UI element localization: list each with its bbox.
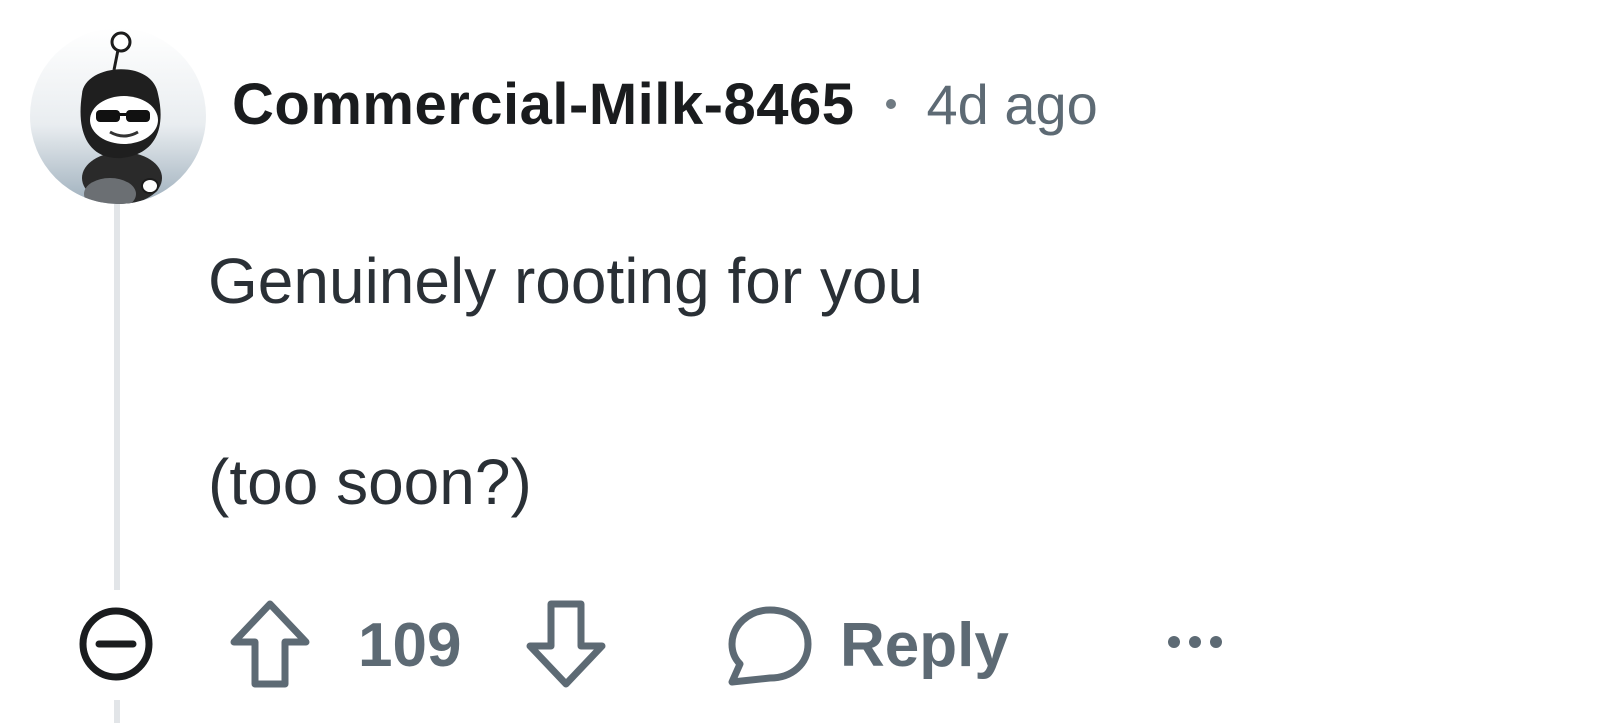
ellipsis-icon: [1168, 636, 1222, 648]
comment-body-line: Genuinely rooting for you: [208, 245, 924, 317]
timestamp[interactable]: 4d ago: [926, 72, 1097, 137]
arrow-down-icon: [526, 600, 606, 688]
more-options-button[interactable]: [1162, 620, 1228, 664]
thread-line[interactable]: [114, 200, 120, 590]
thread-line-continuation[interactable]: [114, 700, 120, 723]
downvote-button[interactable]: [524, 598, 608, 690]
reply-button[interactable]: Reply: [722, 596, 1032, 692]
snoo-avatar-icon: [30, 28, 206, 204]
comment: Commercial-Milk-8465 4d ago Genuinely ro…: [0, 0, 1600, 723]
separator-dot: [886, 99, 897, 109]
comment-header: Commercial-Milk-8465 4d ago: [232, 64, 1098, 144]
comment-body-line: (too soon?): [208, 446, 532, 518]
arrow-up-icon: [230, 600, 310, 688]
reply-label: Reply: [840, 611, 1009, 680]
username-link[interactable]: Commercial-Milk-8465: [232, 71, 854, 138]
avatar[interactable]: [30, 28, 206, 204]
upvote-button[interactable]: [228, 598, 312, 690]
collapse-thread-button[interactable]: [76, 604, 156, 684]
speech-bubble-icon: [728, 606, 812, 686]
minus-circle-icon: [79, 607, 153, 681]
comment-action-bar: 109 Reply: [0, 590, 1600, 700]
vote-score: 109: [358, 611, 462, 680]
